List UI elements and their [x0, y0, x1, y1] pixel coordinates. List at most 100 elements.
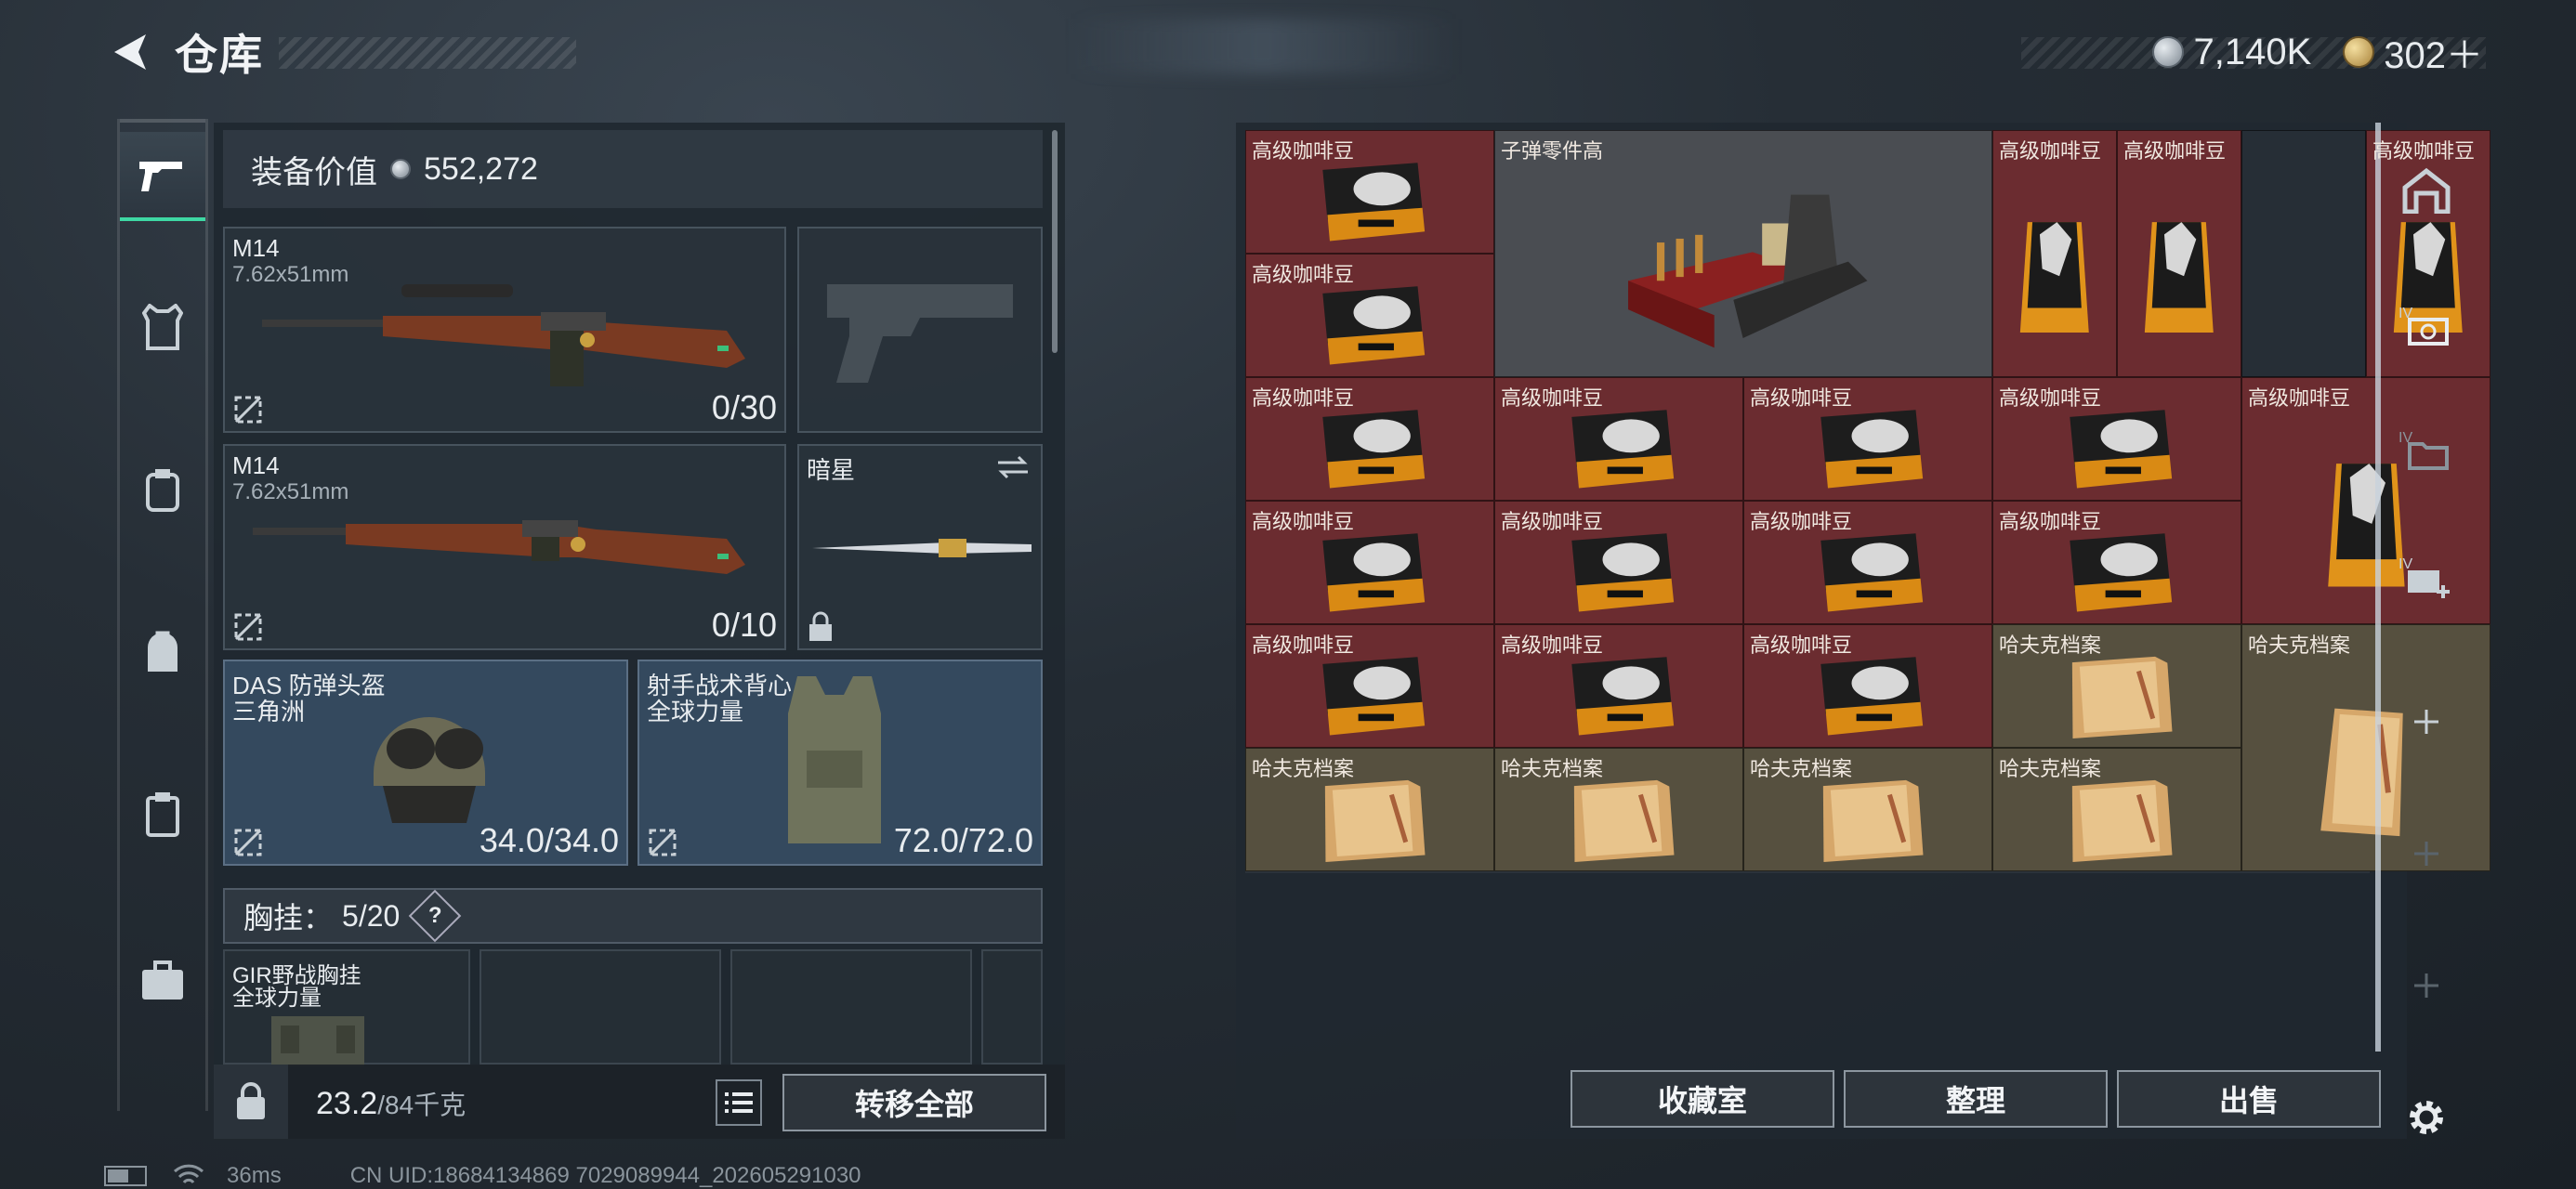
chest-rig-label: 胸挂： [243, 901, 334, 934]
back-button[interactable] [104, 26, 156, 78]
item-coffee-beans[interactable]: 高级咖啡豆 [1494, 377, 1743, 501]
organize-button[interactable]: 整理 [1844, 1070, 2108, 1128]
secure-container-button[interactable] [214, 1065, 288, 1139]
stash-tabs-nav: IV IV IV [2375, 123, 2451, 1139]
rig-slot[interactable]: GIR野战胸挂 全球力量 [223, 949, 470, 1066]
item-coffee-beans[interactable]: 高级咖啡豆 [1743, 501, 1992, 624]
nav-chest-rig[interactable] [120, 446, 205, 535]
item-image [1271, 647, 1469, 742]
gold-coin-icon [2343, 36, 2375, 68]
item-coffee-beans[interactable]: 高级咖啡豆 [1992, 130, 2117, 377]
item-coffee-beans[interactable]: 高级咖啡豆 [1992, 501, 2241, 624]
helmet-slot[interactable]: DAS 防弹头盔 三角洲 34.0/34.0 [223, 660, 628, 866]
item-coffee-beans[interactable]: 高级咖啡豆 [1494, 624, 1743, 748]
nav-case[interactable] [120, 936, 205, 1026]
item-coffee-beans[interactable]: 高级咖啡豆 [1743, 624, 1992, 748]
equipment-scrollbar[interactable] [1052, 130, 1058, 353]
item-coffee-beans[interactable]: 高级咖啡豆 [1494, 501, 1743, 624]
item-image [1520, 771, 1718, 866]
vest-icon [142, 304, 183, 350]
pistol-slot-empty[interactable] [797, 227, 1043, 433]
nav-pouch[interactable] [120, 769, 205, 858]
nav-backpack[interactable] [120, 608, 205, 697]
item-harford-file[interactable]: 哈夫克档案 [1743, 748, 1992, 871]
item-coffee-beans[interactable]: 高级咖啡豆 [2117, 130, 2241, 377]
transfer-all-button[interactable]: 转移全部 [782, 1074, 1046, 1131]
silver-amount: 7,140K [2193, 31, 2312, 72]
add-tab-button[interactable] [2394, 680, 2459, 764]
item-label: 高级咖啡豆 [1252, 510, 1355, 533]
item-harford-file[interactable]: 哈夫克档案 [1494, 748, 1743, 871]
tab-stash-add[interactable]: IV [2394, 535, 2459, 619]
armor-faction: 全球力量 [647, 698, 744, 725]
item-label: 高级咖啡豆 [2248, 386, 2351, 410]
ammo-count: 0/10 [711, 606, 777, 644]
swap-icon[interactable] [994, 453, 1032, 481]
wifi-icon [173, 1164, 204, 1184]
item-harford-file[interactable]: 哈夫克档案 [1992, 748, 2241, 871]
weapon-name: M14 [232, 451, 280, 479]
item-bullet-parts[interactable]: 子弹零件高 [1494, 130, 1992, 377]
item-image [1769, 524, 1967, 619]
nav-armor[interactable] [120, 282, 205, 372]
item-image [2018, 400, 2216, 495]
tab-stash-4b[interactable]: IV [2394, 409, 2459, 492]
chest-rig-bar: 胸挂： 5/20 ? [223, 888, 1043, 944]
list-icon [725, 1092, 753, 1113]
collection-room-button[interactable]: 收藏室 [1571, 1070, 1834, 1128]
user-uid: CN UID:18684134869 7029089944_2026052910… [349, 1163, 861, 1188]
item-harford-file[interactable]: 哈夫克档案 [1992, 624, 2241, 748]
item-image [2130, 176, 2228, 367]
background-light [1069, 19, 1459, 74]
silver-currency[interactable]: 7,140K [2152, 32, 2311, 73]
empty-cell [2241, 130, 2366, 377]
item-coffee-beans[interactable]: 高级咖啡豆 [1245, 130, 1494, 254]
item-coffee-beans[interactable]: 高级咖啡豆 [1245, 254, 1494, 377]
briefcase-icon [142, 960, 183, 1000]
tab-stash-4[interactable]: IV [2394, 284, 2459, 368]
item-coffee-beans[interactable]: 高级咖啡豆 [1245, 501, 1494, 624]
item-image [1271, 400, 1469, 495]
plus-icon [2414, 973, 2438, 998]
stash-tabs-scrollbar[interactable] [2375, 123, 2381, 1052]
item-coffee-beans[interactable]: 高级咖啡豆 [1992, 377, 2241, 501]
help-icon[interactable]: ? [409, 889, 462, 943]
settings-button[interactable] [2394, 1076, 2459, 1159]
gold-currency[interactable]: 302＋ [2343, 25, 2483, 79]
rig-pocket-slot[interactable] [981, 949, 1043, 1065]
item-coffee-beans[interactable]: 高级咖啡豆 [1245, 624, 1494, 748]
backpack-icon [148, 631, 177, 672]
primary-weapon-slot-2[interactable]: M14 7.62x51mm 0/10 [223, 444, 786, 650]
melee-slot[interactable]: 暗星 [797, 444, 1043, 650]
item-image [1769, 771, 1967, 866]
item-label: 高级咖啡豆 [1750, 510, 1853, 533]
nav-weapons[interactable] [120, 132, 205, 221]
item-label: 高级咖啡豆 [1750, 634, 1853, 657]
item-coffee-beans[interactable]: 高级咖啡豆 [1245, 377, 1494, 501]
list-view-button[interactable] [716, 1079, 762, 1126]
silver-coin-icon [390, 159, 411, 179]
equipment-value-bar: 装备价值 552,272 [223, 130, 1043, 208]
rig-pocket-slot[interactable] [480, 949, 721, 1065]
item-label: 高级咖啡豆 [1501, 386, 1604, 410]
item-label: 高级咖啡豆 [1501, 634, 1604, 657]
item-harford-file[interactable]: 哈夫克档案 [1245, 748, 1494, 871]
depot-icon [2402, 167, 2451, 214]
armor-slot[interactable]: 射手战术背心 全球力量 72.0/72.0 [637, 660, 1043, 866]
item-image [1271, 277, 1469, 372]
chest-rig-capacity: 5/20 [342, 898, 401, 933]
pistol-placeholder-icon [827, 284, 1013, 383]
dark-star-knife-image [812, 539, 1032, 557]
pouch-icon [146, 792, 179, 837]
folder-icon: IV [2399, 430, 2449, 470]
rig-pocket-slot[interactable] [730, 949, 972, 1065]
item-image [2018, 771, 2216, 866]
item-coffee-beans[interactable]: 高级咖啡豆 [1743, 377, 1992, 501]
primary-weapon-slot-1[interactable]: M14 7.62x51mm 0/30 [223, 227, 786, 433]
item-label: 哈夫克档案 [1501, 757, 1604, 780]
item-label: 高级咖啡豆 [1501, 510, 1604, 533]
sell-button[interactable]: 出售 [2117, 1070, 2381, 1128]
item-label: 哈夫克档案 [2248, 634, 2351, 657]
gold-amount: 302＋ [2384, 35, 2483, 76]
helmet-durability: 34.0/34.0 [479, 821, 619, 859]
